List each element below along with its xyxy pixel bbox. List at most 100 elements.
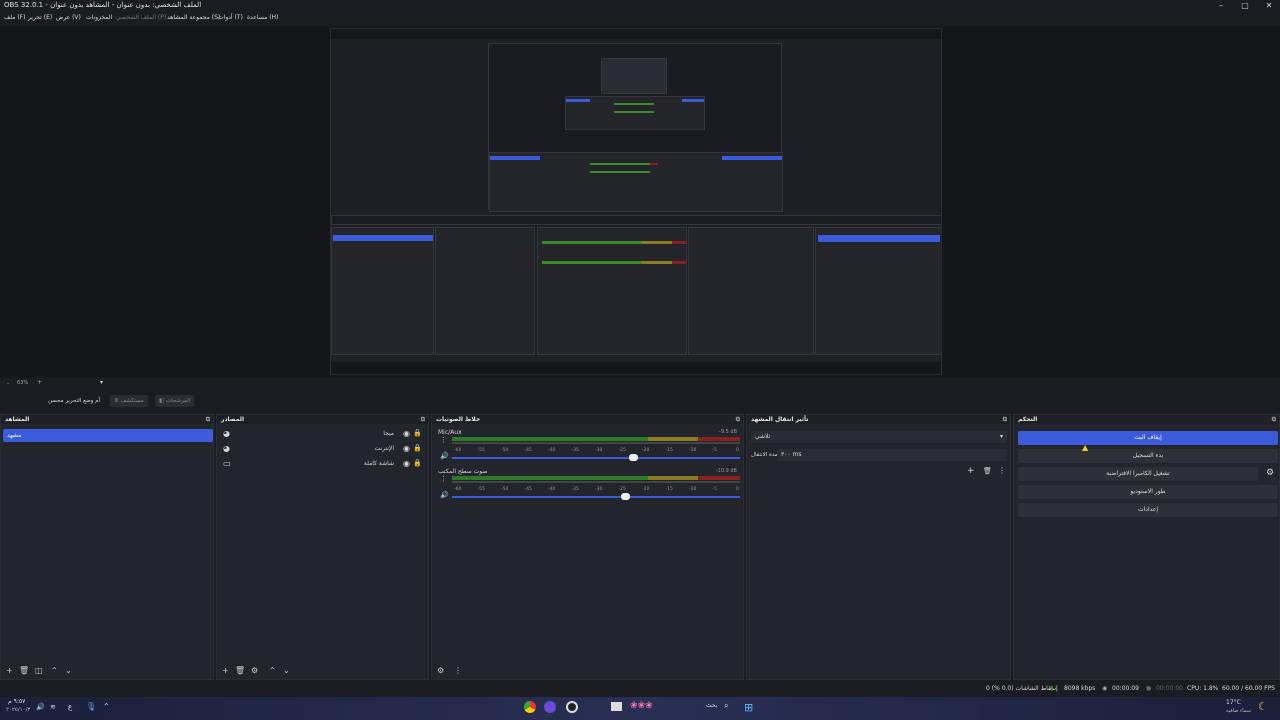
trash-icon[interactable]: 🗑 xyxy=(19,666,29,675)
gear-icon[interactable]: ⚙ xyxy=(1266,468,1274,478)
speaker-icon[interactable]: 🔊 xyxy=(440,491,449,499)
search-icon[interactable]: ⌕ xyxy=(724,701,728,711)
settings-button[interactable]: إعدادات xyxy=(1018,503,1278,517)
stop-streaming-button[interactable]: إيقاف البث xyxy=(1018,431,1278,445)
source-row[interactable]: ◕ الإنترنت ◉ 🔒 xyxy=(221,444,424,456)
transitions-title: تأثير انتقال المشهد xyxy=(751,416,809,423)
dock-undock-icon[interactable]: ⧉ xyxy=(1003,415,1007,424)
weather-temp[interactable]: 17°C xyxy=(1226,699,1241,706)
meter-scale-label: -35 xyxy=(572,447,579,453)
minimize-button[interactable]: – xyxy=(1210,0,1232,12)
menu-storage[interactable]: المخزونات xyxy=(86,14,112,21)
add-scene-icon[interactable]: + xyxy=(6,666,13,675)
source-name: ميجا xyxy=(383,430,394,437)
lock-icon[interactable]: 🔒 xyxy=(413,459,422,467)
app-icon[interactable] xyxy=(544,701,556,713)
nested-controls-dock xyxy=(815,227,941,355)
nested-stop-stream xyxy=(818,235,940,242)
weather-desc[interactable]: سماء صافية xyxy=(1226,708,1251,714)
eye-icon[interactable]: ◉ xyxy=(403,444,410,453)
scenes-title: المشاهد xyxy=(5,416,30,423)
nested-sources-dock xyxy=(435,227,535,355)
menu-tools[interactable]: أدوات (T) xyxy=(218,14,243,21)
move-down-icon[interactable]: ⌄ xyxy=(65,666,72,675)
volume-icon[interactable]: 🔊 xyxy=(36,703,45,711)
chevron-down-icon[interactable]: ▾ xyxy=(100,379,103,386)
stream-icon: ◉ xyxy=(1102,685,1108,692)
close-button[interactable]: ✕ xyxy=(1258,0,1280,12)
virtual-camera-button[interactable]: تشغيل الكاميرا الافتراضية xyxy=(1018,467,1258,481)
eye-icon[interactable]: ◉ xyxy=(403,459,410,468)
chrome-icon[interactable] xyxy=(524,701,536,713)
dock-undock-icon[interactable]: ⧉ xyxy=(736,415,740,424)
widgets-icon[interactable]: ❀❀❀ xyxy=(630,701,653,711)
volume-track[interactable] xyxy=(452,457,740,459)
duration-input[interactable]: ٣٠٠ ms xyxy=(777,449,1007,461)
microphone-icon[interactable]: 🎙 xyxy=(86,702,96,711)
add-icon[interactable]: + xyxy=(967,466,975,476)
search-label[interactable]: بحث xyxy=(706,702,717,709)
zoom-level[interactable]: 63% xyxy=(17,380,28,386)
nested-docks-inner xyxy=(565,96,705,130)
trash-icon[interactable]: 🗑 xyxy=(235,666,245,675)
scene-item-selected[interactable]: مشهد xyxy=(3,429,213,442)
eye-icon[interactable]: ◉ xyxy=(403,429,410,438)
dock-undock-icon[interactable]: ⧉ xyxy=(206,415,210,424)
move-up-icon[interactable]: ⌃ xyxy=(51,666,58,675)
transition-select[interactable]: تلاشي ▾ xyxy=(751,431,1007,443)
speaker-icon[interactable]: 🔊 xyxy=(440,452,449,460)
menu-scene-collection[interactable]: مجموعة المشاهد (S) xyxy=(167,14,220,21)
move-down-icon[interactable]: ⌄ xyxy=(283,666,290,675)
obs-icon[interactable] xyxy=(566,701,578,713)
wifi-icon[interactable]: ≋ xyxy=(50,703,56,711)
clock-date[interactable]: ٢٠٢٥/١٠/٣ xyxy=(6,707,30,713)
menu-help[interactable]: مساعدة (H) xyxy=(247,14,278,21)
controls-title: التحكم xyxy=(1018,416,1038,423)
more-vertical-icon[interactable]: ⋮ xyxy=(440,475,447,483)
volume-slider[interactable] xyxy=(620,493,630,500)
moon-weather-icon[interactable]: ☾ xyxy=(1258,700,1268,713)
nested-mixer-warn-1 xyxy=(642,241,672,244)
source-row[interactable]: ◕ ميجا ◉ 🔒 xyxy=(221,429,424,441)
preview-canvas[interactable] xyxy=(330,28,942,375)
menu-edit[interactable]: تحرير (E) xyxy=(28,14,52,21)
add-source-icon[interactable]: + xyxy=(222,666,229,675)
studio-mode-button[interactable]: طور الاستوديو xyxy=(1018,485,1278,499)
move-up-icon[interactable]: ⌃ xyxy=(269,666,276,675)
add-icon[interactable]: + xyxy=(37,379,42,386)
gear-icon[interactable]: ⚙ xyxy=(437,666,444,675)
start-recording-button[interactable]: بدء التسجيل xyxy=(1018,449,1278,463)
menu-view[interactable]: عرض (V) xyxy=(56,14,81,21)
menu-file[interactable]: ملف (F) xyxy=(4,14,25,21)
filter-icon[interactable]: ◫ xyxy=(35,666,43,675)
volume-track[interactable] xyxy=(452,496,740,498)
language-indicator[interactable]: ع xyxy=(68,703,72,711)
source-row[interactable]: ▭ شاشة كاملة ◉ 🔒 xyxy=(221,459,424,471)
chevron-up-icon[interactable]: ⌃ xyxy=(103,702,110,711)
maximize-button[interactable]: ▢ xyxy=(1234,0,1256,12)
more-vertical-icon[interactable]: ⋮ xyxy=(454,666,462,675)
more-vertical-icon[interactable]: ⋮ xyxy=(440,436,447,444)
file-explorer-icon[interactable] xyxy=(611,702,622,711)
title-bar: OBS 32.0.1 - الملف الشخصي: بدون عنوان - … xyxy=(0,0,1280,12)
more-vertical-icon[interactable]: ⋮ xyxy=(998,466,1006,475)
nested-meter-1 xyxy=(614,103,654,105)
lock-icon[interactable]: 🔒 xyxy=(413,429,422,437)
trash-icon[interactable]: 🗑 xyxy=(983,467,992,475)
lock-icon[interactable]: 🔒 xyxy=(413,444,422,452)
signal-icon: ▮ xyxy=(1050,685,1054,692)
controls-dock-title: التحكم ⧉ xyxy=(1014,415,1279,424)
clock-time[interactable]: ٩:٥٧ م xyxy=(8,698,25,705)
meter-scale-label: -10 xyxy=(689,486,696,492)
sources-dock-title: المصادر ⧉ xyxy=(217,415,428,424)
filters-button[interactable]: ◧ المرشحات xyxy=(155,395,195,407)
menu-profile[interactable]: الملف الشخصي (P) xyxy=(116,14,166,21)
dock-undock-icon[interactable]: ⧉ xyxy=(421,415,425,424)
gear-icon[interactable]: ⚙ xyxy=(251,666,258,675)
volume-slider[interactable] xyxy=(629,454,639,461)
dropped-frames: إسقاط الشاشات (0.0 %) 0 xyxy=(986,685,1058,692)
dock-undock-icon[interactable]: ⧉ xyxy=(1272,415,1276,424)
zoom-dropdown-icon[interactable]: ⌄ xyxy=(6,380,10,386)
windows-start-icon[interactable]: ⊞ xyxy=(744,701,753,714)
properties-button[interactable]: ⚙ مستكشف xyxy=(110,395,148,407)
